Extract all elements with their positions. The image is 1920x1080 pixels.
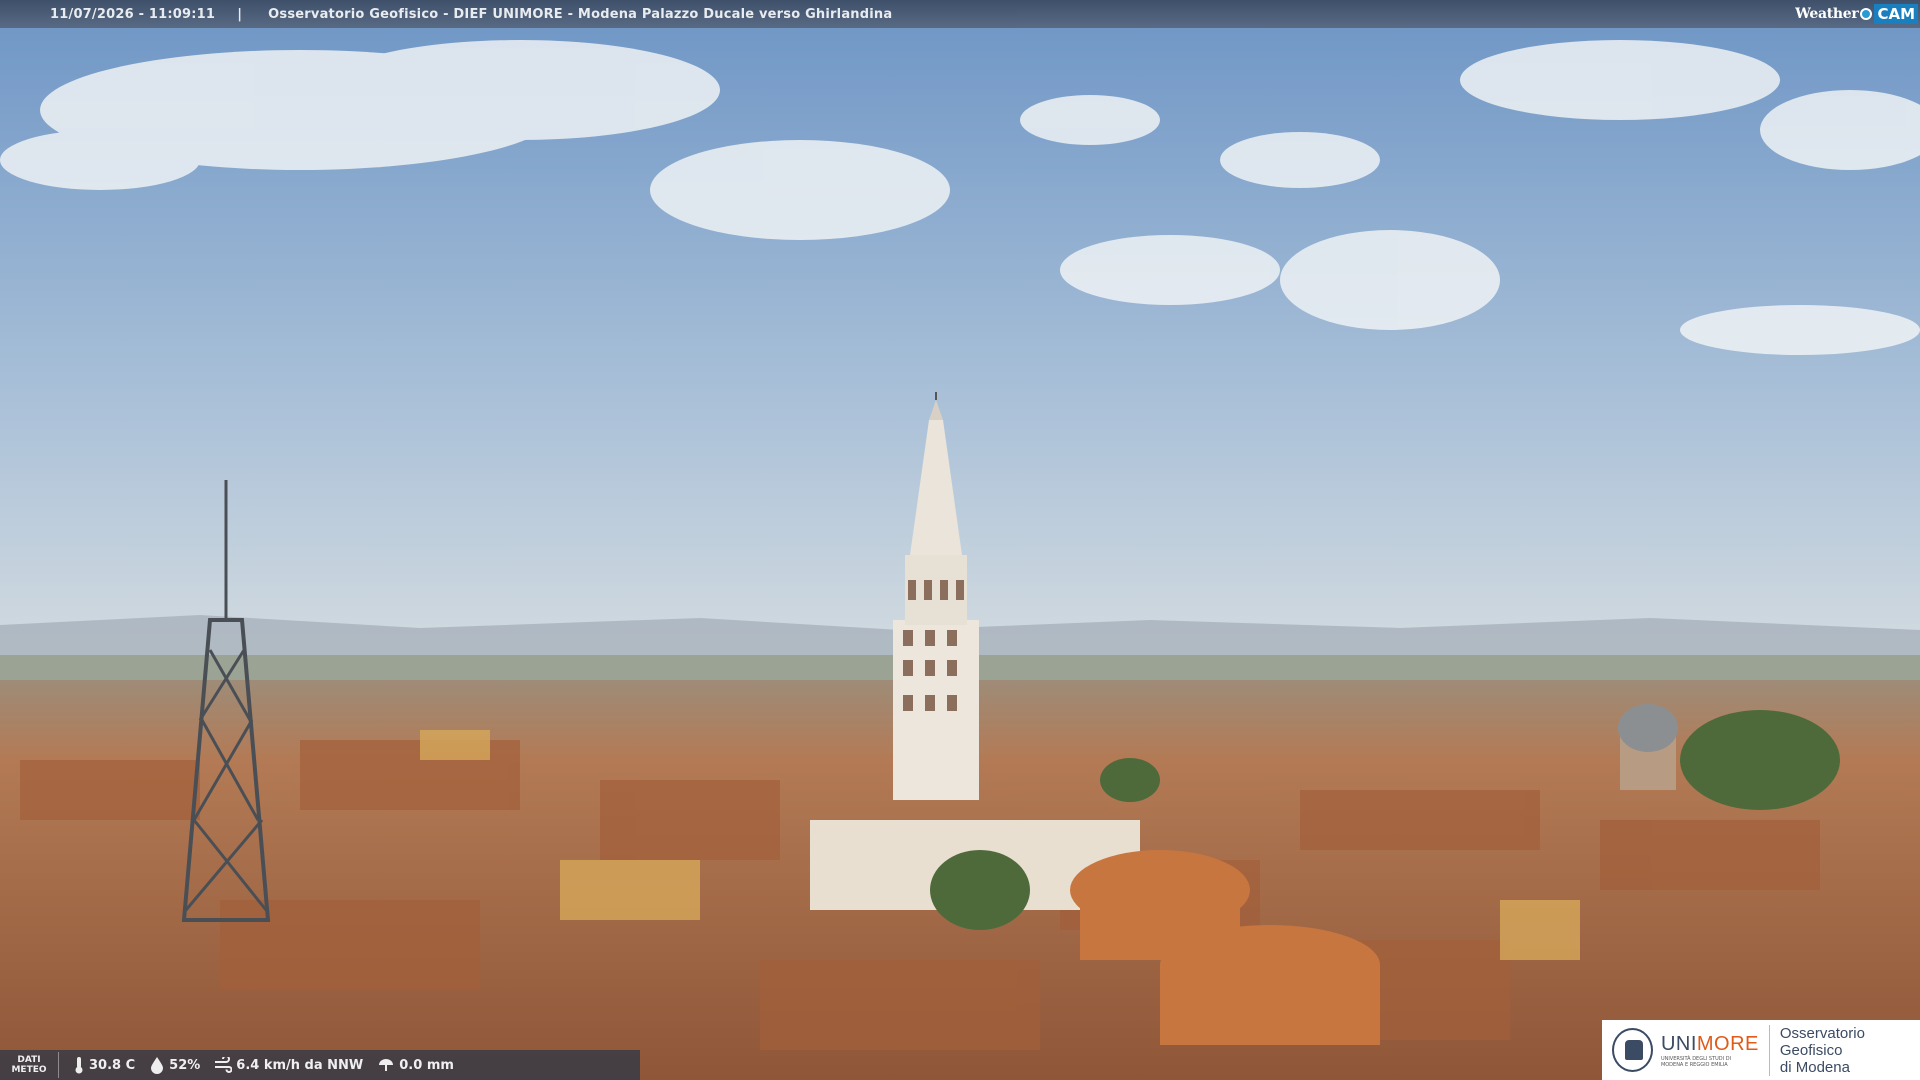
temperature-value: 30.8 C [89, 1057, 136, 1073]
unimore-subtitle: UNIVERSITÀ DEGLI STUDI DI MODENA E REGGI… [1660, 1055, 1732, 1068]
wind-value: 6.4 km/h da NNW [236, 1057, 364, 1073]
unimore-name: UNIMORE [1661, 1033, 1759, 1056]
unimore-wordmark: UNIMORE UNIVERSITÀ DEGLI STUDI DI MODENA… [1661, 1033, 1759, 1068]
wind-reading: 6.4 km/h da NNW [214, 1057, 363, 1073]
rain-icon [379, 1059, 394, 1071]
humidity-reading: 52% [149, 1056, 200, 1074]
timestamp: 11/07/2026 - 11:09:11 [50, 6, 216, 22]
dome-right [1618, 704, 1678, 790]
wind-icon [215, 1057, 233, 1073]
weather-label-line1: DATI [17, 1055, 41, 1065]
humidity-drop-icon [151, 1057, 164, 1074]
webcam-view [0, 0, 1920, 1080]
observatory-line1: Osservatorio Geofisico [1779, 1024, 1865, 1059]
rain-value: 0.0 mm [399, 1057, 454, 1073]
brand-cam: CAM [1874, 4, 1918, 24]
weather-label-line2: METEO [11, 1065, 47, 1075]
header-separator: | [237, 6, 243, 22]
unimore-name-suffix: MORE [1696, 1032, 1759, 1055]
humidity-value: 52% [169, 1057, 201, 1073]
weathercam-logo[interactable]: Weather CAM [1795, 3, 1918, 25]
observatory-name: Osservatorio Geofisico di Modena [1768, 1024, 1920, 1076]
temperature-reading: 30.8 C [73, 1056, 135, 1074]
unimore-logo[interactable]: UNIMORE UNIVERSITÀ DEGLI STUDI DI MODENA… [1602, 1020, 1920, 1080]
header-bar: 11/07/2026 - 11:09:11 | Osservatorio Geo… [0, 0, 1920, 28]
weather-data-bar: DATI METEO 30.8 C 52% 6.4 km/h da NNW 0.… [0, 1050, 640, 1080]
camera-title: Osservatorio Geofisico - DIEF UNIMORE - … [268, 6, 893, 22]
unimore-name-prefix: UNI [1660, 1032, 1697, 1055]
weather-data-label: DATI METEO [0, 1052, 59, 1078]
observatory-line2: di Modena [1779, 1058, 1850, 1076]
brand-weather: Weather [1795, 6, 1859, 22]
thermometer-icon [75, 1057, 83, 1074]
university-seal-icon [1612, 1028, 1653, 1072]
brand-dot-icon [1860, 8, 1873, 20]
rain-reading: 0.0 mm [377, 1057, 454, 1073]
